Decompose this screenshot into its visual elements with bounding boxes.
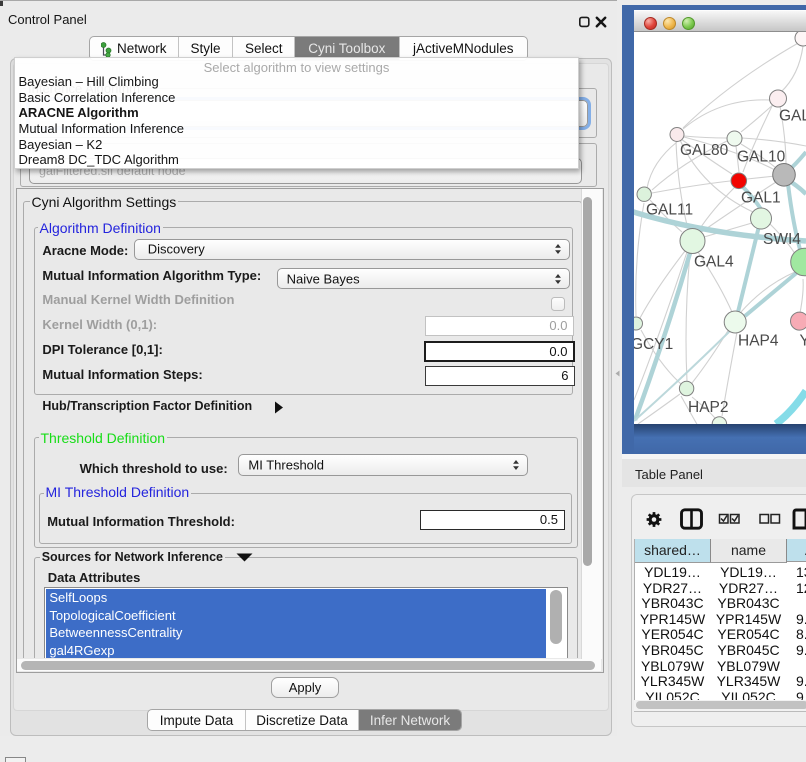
svg-text:GCY1: GCY1 bbox=[634, 336, 673, 353]
svg-text:GAL10: GAL10 bbox=[737, 149, 786, 166]
svg-text:GAL80: GAL80 bbox=[680, 142, 729, 159]
svg-text:GAL2: GAL2 bbox=[779, 108, 806, 125]
svg-text:GAL1: GAL1 bbox=[741, 190, 781, 207]
svg-text:YP: YP bbox=[800, 333, 806, 350]
svg-text:GAL4: GAL4 bbox=[694, 254, 734, 271]
svg-text:GAL11: GAL11 bbox=[646, 202, 693, 219]
svg-text:SWI4: SWI4 bbox=[763, 231, 801, 248]
svg-text:HAP2: HAP2 bbox=[688, 399, 729, 416]
svg-text:HAP4: HAP4 bbox=[738, 333, 779, 350]
